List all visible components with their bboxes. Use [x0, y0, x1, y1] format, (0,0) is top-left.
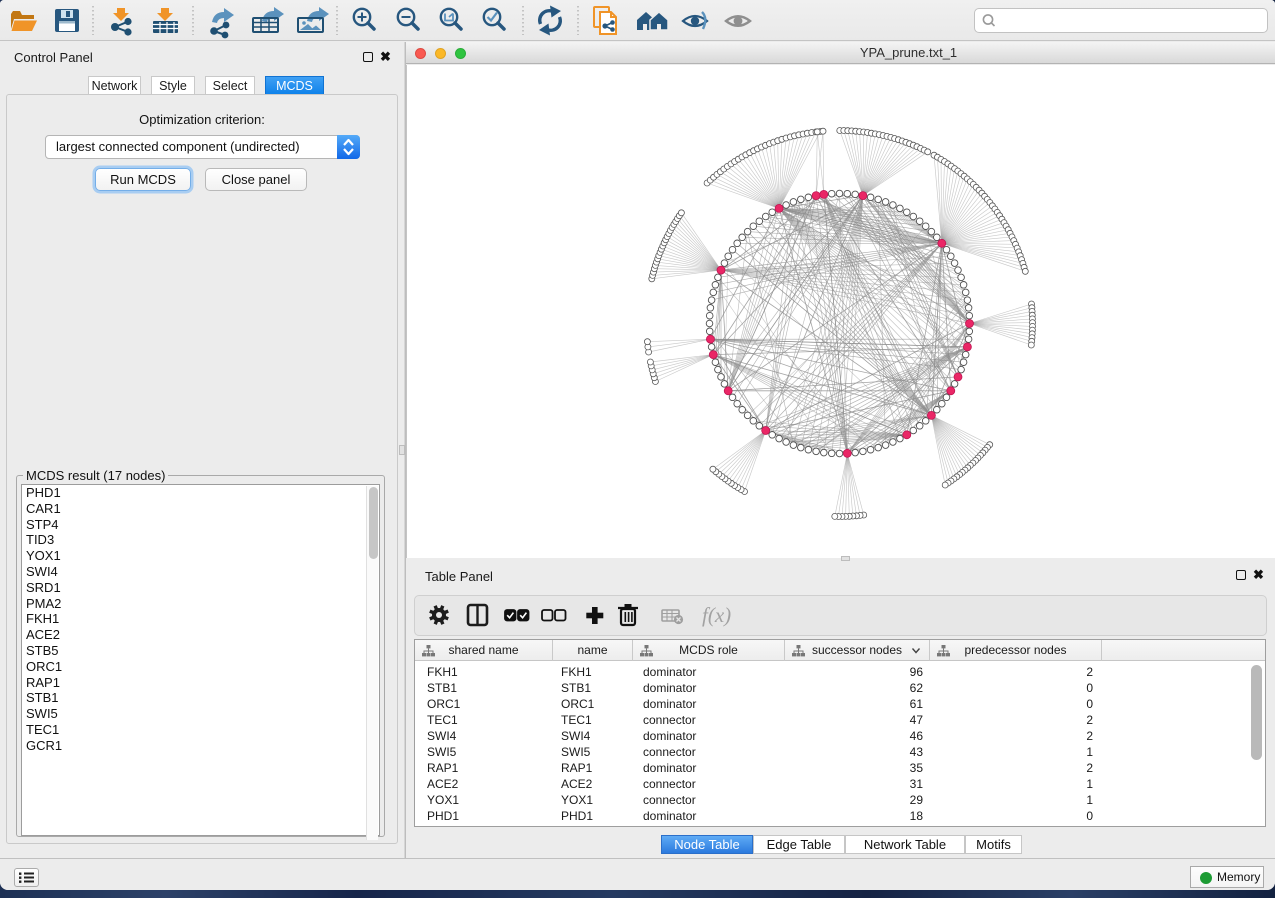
svg-text:f(x): f(x) — [702, 603, 731, 627]
